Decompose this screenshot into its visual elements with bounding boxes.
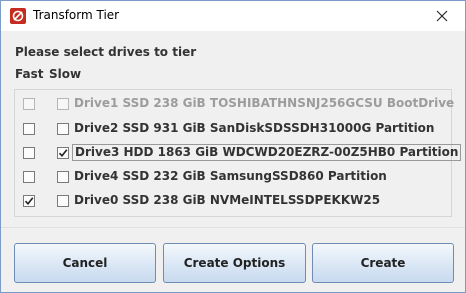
create-button[interactable]: Create — [312, 243, 454, 283]
checkmark-icon — [58, 149, 68, 158]
transform-tier-dialog: Transform Tier Please select drives to t… — [0, 0, 466, 293]
drive-row: Drive1 SSD 238 GiB TOSHIBATHNSNJ256GCSU … — [15, 93, 454, 115]
drive-label: Drive1 SSD 238 GiB TOSHIBATHNSNJ256GCSU … — [74, 96, 455, 110]
create-options-button[interactable]: Create Options — [163, 243, 306, 283]
slow-checkbox[interactable] — [57, 171, 69, 183]
drive-label: Drive0 SSD 238 GiB NVMeINTELSSDPEKKW25 — [74, 193, 381, 207]
checkmark-icon — [24, 197, 34, 206]
fast-checkbox[interactable] — [23, 147, 35, 159]
drive-list: Drive1 SSD 238 GiB TOSHIBATHNSNJ256GCSU … — [14, 89, 462, 217]
cancel-button[interactable]: Cancel — [14, 243, 156, 283]
fast-checkbox[interactable] — [23, 171, 35, 183]
close-button[interactable] — [419, 1, 465, 31]
slow-checkbox[interactable] — [57, 98, 69, 110]
drive-row: Drive0 SSD 238 GiB NVMeINTELSSDPEKKW25 — [15, 190, 451, 212]
title-bar: Transform Tier — [1, 1, 465, 31]
drive-row: Drive4 SSD 232 GiB SamsungSSD860 Partiti… — [15, 166, 451, 188]
fast-checkbox[interactable] — [23, 98, 35, 110]
drive-label: Drive2 SSD 931 GiB SanDiskSDSSDH31000G P… — [74, 121, 435, 135]
app-icon — [10, 8, 26, 24]
slow-column-header: Slow — [49, 67, 82, 81]
divider — [1, 227, 465, 228]
drive-row: Drive3 HDD 1863 GiB WDCWD20EZRZ-00Z5HB0 … — [15, 142, 462, 164]
drive-label: Drive3 HDD 1863 GiB WDCWD20EZRZ-00Z5HB0 … — [72, 144, 462, 161]
drive-label: Drive4 SSD 232 GiB SamsungSSD860 Partiti… — [74, 169, 387, 183]
fast-checkbox[interactable] — [23, 123, 35, 135]
window-title: Transform Tier — [33, 8, 120, 22]
slow-checkbox[interactable] — [57, 123, 69, 135]
instruction-text: Please select drives to tier — [15, 45, 197, 59]
slow-checkbox[interactable] — [57, 195, 69, 207]
close-icon — [436, 10, 448, 22]
fast-column-header: Fast — [15, 67, 44, 81]
drive-row: Drive2 SSD 931 GiB SanDiskSDSSDH31000G P… — [15, 118, 451, 140]
fast-checkbox[interactable] — [23, 195, 35, 207]
slow-checkbox[interactable] — [57, 147, 69, 159]
